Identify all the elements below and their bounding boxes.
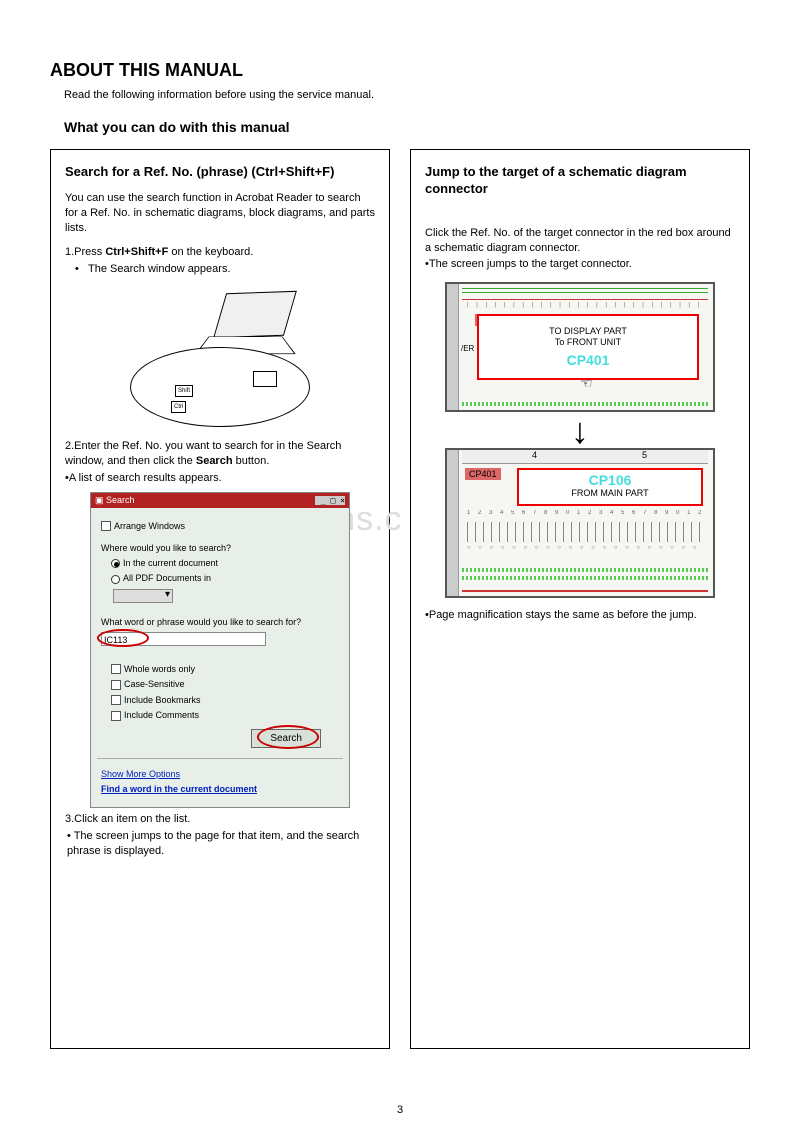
ruler-4: 4 <box>532 450 537 460</box>
left-heading: Search for a Ref. No. (phrase) (Ctrl+Shi… <box>65 164 375 181</box>
schematic-greenbar <box>462 402 708 406</box>
hand-pointer-icon: ☜ <box>580 375 593 392</box>
radio-icon <box>111 559 120 568</box>
red-highlight-oval-input <box>97 629 149 647</box>
left-step3: 3.Click an item on the list. <box>65 812 375 827</box>
left-box: Search for a Ref. No. (phrase) (Ctrl+Shi… <box>50 149 390 1049</box>
schematic-text1: TO DISPLAY PARTTo FRONT UNIT <box>479 326 697 348</box>
ruler-5: 5 <box>642 450 647 460</box>
schematic-side-ruler <box>447 284 459 410</box>
left-step1: 1.Press Ctrl+Shift+F on the keyboard. <box>65 245 375 260</box>
search-titlebar: ▣ Search _ □ × <box>91 493 349 508</box>
connector-pins <box>467 522 703 542</box>
radio-all-pdf[interactable]: All PDF Documents in <box>111 573 339 583</box>
cp401-link[interactable]: CP401 <box>479 352 697 368</box>
chk-case[interactable]: Case-Sensitive <box>111 679 339 690</box>
search-window: ▣ Search _ □ × Arrange Windows Where wou… <box>90 492 350 808</box>
chk-bookmarks[interactable]: Include Bookmarks <box>111 695 339 706</box>
down-arrow-icon: ↓ <box>445 418 715 443</box>
bullet1-text: The Search window appears. <box>88 263 230 275</box>
checkbox-icon <box>111 695 121 705</box>
step1-suffix: on the keyboard. <box>168 246 253 258</box>
schematic-hlines2 <box>462 292 708 296</box>
schematic-ticks: 1 2 3 4 5 6 7 8 9 0 1 2 3 4 5 6 7 8 9 0 … <box>467 510 703 516</box>
side-label: /ER <box>461 344 474 353</box>
red-highlight-oval-button <box>257 725 319 749</box>
schematic-ticks: | | | | | | | | | | | | | | | | | | | | … <box>467 302 703 308</box>
radio-icon <box>111 575 120 584</box>
page-number: 3 <box>397 1104 403 1116</box>
left-bullet1: • The Search window appears. <box>75 262 375 277</box>
cp401-label: CP401 <box>465 468 501 480</box>
laptop-illustration: Shift Ctrl <box>105 287 335 427</box>
right-box: Jump to the target of a schematic diagra… <box>410 149 750 1049</box>
checkbox-icon <box>111 664 121 674</box>
sub-title: What you can do with this manual <box>64 119 750 135</box>
step1-shortcut: Ctrl+Shift+F <box>105 246 168 258</box>
schematic-top-ruler: 4 5 <box>462 450 708 464</box>
search-title-text: ▣ Search <box>95 495 135 506</box>
schematic-illustration: | | | | | | | | | | | | | | | | | | | | … <box>445 282 715 597</box>
left-step2: 2.Enter the Ref. No. you want to search … <box>65 439 375 469</box>
schematic-red-box-2: CP106 FROM MAIN PART <box>517 468 703 506</box>
schematic-ticks2: ○ ○ ○ ○ ○ ○ ○ ○ ○ ○ ○ ○ ○ ○ ○ ○ ○ ○ ○ ○ … <box>467 545 703 551</box>
laptop-screen <box>213 291 297 338</box>
search-question1: Where would you like to search? <box>101 543 339 553</box>
right-para1: Click the Ref. No. of the target connect… <box>425 226 735 256</box>
window-controls-icon[interactable]: _ □ × <box>315 496 345 505</box>
key-shift: Shift <box>175 385 193 397</box>
right-bullet2: •Page magnification stays the same as be… <box>425 608 735 623</box>
speech-ellipse <box>130 347 310 427</box>
checkbox-icon <box>111 711 121 721</box>
arrange-windows-link[interactable]: Arrange Windows <box>101 521 339 532</box>
left-para1: You can use the search function in Acrob… <box>65 191 375 236</box>
chk-comments[interactable]: Include Comments <box>111 710 339 721</box>
step2-suffix: button. <box>233 455 270 467</box>
step2-bold: Search <box>196 455 233 467</box>
schematic-side-ruler <box>447 450 459 596</box>
right-bullet1: •The screen jumps to the target connecto… <box>425 257 735 272</box>
cp106-link[interactable]: CP106 <box>519 472 701 488</box>
folder-dropdown[interactable] <box>113 589 173 603</box>
find-word-link[interactable]: Find a word in the current document <box>101 784 257 794</box>
divider <box>97 758 343 759</box>
left-bullet3: • The screen jumps to the page for that … <box>67 829 375 859</box>
search-question2: What word or phrase would you like to se… <box>101 617 339 627</box>
arrange-icon <box>101 521 111 531</box>
schematic-red-box[interactable]: TO DISPLAY PARTTo FRONT UNIT CP401 <box>477 314 699 380</box>
key-blank <box>253 371 277 387</box>
intro-text: Read the following information before us… <box>64 89 750 101</box>
step1-prefix: 1.Press <box>65 246 105 258</box>
radio-current-doc[interactable]: In the current document <box>111 558 339 568</box>
right-heading: Jump to the target of a schematic diagra… <box>425 164 735 198</box>
left-bullet2: •A list of search results appears. <box>65 471 375 486</box>
from-main-text: FROM MAIN PART <box>519 488 701 498</box>
key-ctrl: Ctrl <box>171 401 186 413</box>
schematic-greenbar <box>462 576 708 580</box>
chk-whole-words[interactable]: Whole words only <box>111 664 339 675</box>
schematic-top: | | | | | | | | | | | | | | | | | | | | … <box>445 282 715 412</box>
schematic-greenbar <box>462 568 708 572</box>
main-title: ABOUT THIS MANUAL <box>50 60 750 81</box>
schematic-bottom: 4 5 CP401 CP106 FROM MAIN PART 1 2 3 4 5… <box>445 448 715 598</box>
checkbox-icon <box>111 680 121 690</box>
more-options-link[interactable]: Show More Options <box>101 769 180 779</box>
schematic-redline <box>462 590 708 592</box>
